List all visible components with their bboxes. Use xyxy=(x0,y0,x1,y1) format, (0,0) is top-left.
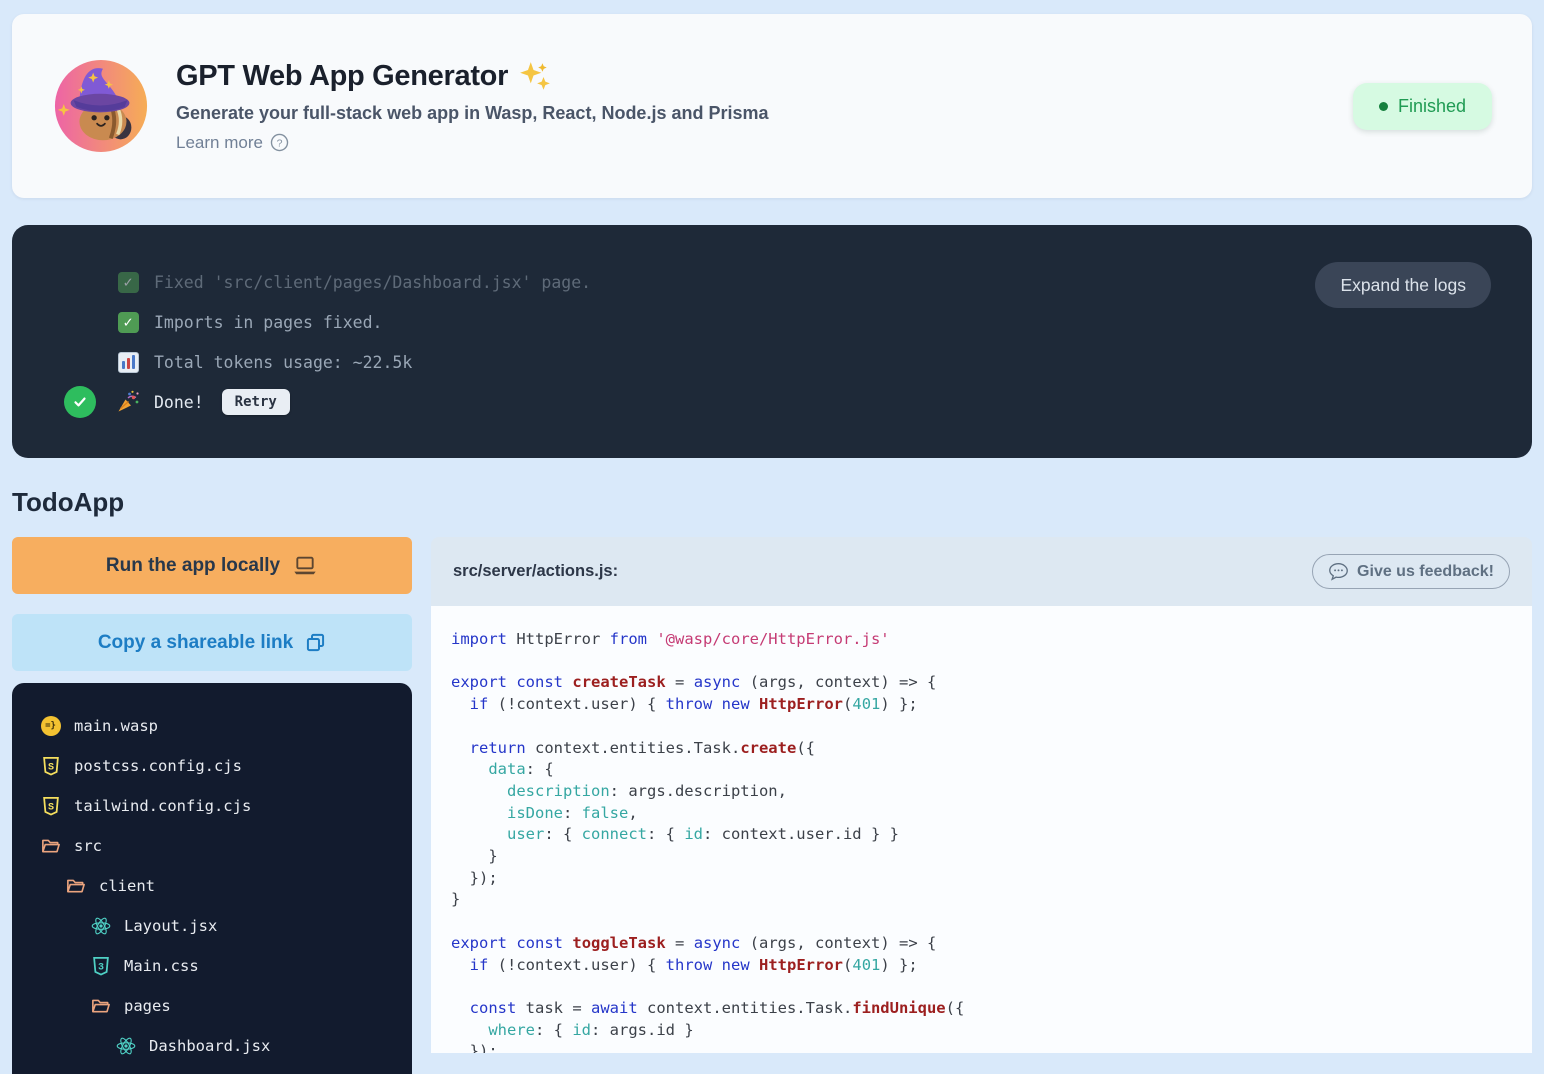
run-app-locally-label: Run the app locally xyxy=(106,555,280,577)
tree-item[interactable]: src xyxy=(40,826,412,866)
tree-item[interactable]: Stailwind.config.cjs xyxy=(40,786,412,826)
learn-more-label: Learn more xyxy=(176,133,263,153)
code-line xyxy=(451,976,1532,998)
code-line: if (!context.user) { throw new HttpError… xyxy=(451,955,1532,977)
tree-item-label: Main.css xyxy=(124,957,199,975)
tree-item[interactable]: Layout.jsx xyxy=(40,906,412,946)
page-title: GPT Web App Generator xyxy=(176,60,508,93)
code-body: import HttpError from '@wasp/core/HttpEr… xyxy=(431,606,1532,1053)
check-emoji: ✓ xyxy=(116,270,140,294)
file-tree-panel: =}main.waspSpostcss.config.cjsStailwind.… xyxy=(12,683,412,1074)
svg-text:3: 3 xyxy=(97,963,103,974)
copy-shareable-link-button[interactable]: Copy a shareable link xyxy=(12,614,412,671)
folder-icon xyxy=(40,836,61,857)
code-panel: src/server/actions.js: Give us feedback!… xyxy=(431,537,1532,1053)
code-header: src/server/actions.js: Give us feedback! xyxy=(431,537,1532,606)
app-name-heading: TodoApp xyxy=(12,487,1532,518)
sparkles-icon xyxy=(518,60,552,94)
code-line: if (!context.user) { throw new HttpError… xyxy=(451,694,1532,716)
speech-bubble-icon xyxy=(1328,562,1349,581)
code-line: const task = await context.entities.Task… xyxy=(451,998,1532,1020)
tree-item[interactable]: pages xyxy=(40,986,412,1026)
tree-item-label: main.wasp xyxy=(74,717,158,735)
svg-text:?: ? xyxy=(277,137,283,149)
tree-item-label: src xyxy=(74,837,102,855)
success-check-circle-icon xyxy=(64,386,96,418)
content-columns: Run the app locally Copy a shareable lin… xyxy=(12,537,1532,1074)
status-badge: Finished xyxy=(1353,83,1492,130)
svg-text:S: S xyxy=(47,763,53,774)
code-line: }); xyxy=(451,868,1532,890)
tree-item-label: Layout.jsx xyxy=(124,917,217,935)
log-text: Imports in pages fixed. xyxy=(154,313,382,332)
status-log-panel: ✓ Fixed 'src/client/pages/Dashboard.jsx' … xyxy=(12,225,1532,458)
folder-icon xyxy=(90,996,111,1017)
tree-item[interactable]: Spostcss.config.cjs xyxy=(40,746,412,786)
status-dot-icon xyxy=(1379,102,1388,111)
party-emoji xyxy=(116,390,140,414)
check-emoji: ✓ xyxy=(116,310,140,334)
retry-button[interactable]: Retry xyxy=(222,389,290,415)
give-feedback-label: Give us feedback! xyxy=(1357,563,1494,581)
log-text: Total tokens usage: ~22.5k xyxy=(154,353,412,372)
tree-item-label: Dashboard.jsx xyxy=(149,1037,270,1055)
tree-item-label: pages xyxy=(124,997,171,1015)
code-line: export const toggleTask = async (args, c… xyxy=(451,933,1532,955)
react-file-icon xyxy=(90,916,111,937)
code-line: return context.entities.Task.create({ xyxy=(451,738,1532,760)
tree-item[interactable]: 3 Main.css xyxy=(40,946,412,986)
code-line xyxy=(451,651,1532,673)
code-line: } xyxy=(451,846,1532,868)
tree-item-label: postcss.config.cjs xyxy=(74,757,242,775)
left-column: Run the app locally Copy a shareable lin… xyxy=(12,537,412,1074)
svg-text:S: S xyxy=(47,803,53,814)
js-file-icon: S xyxy=(40,796,61,817)
laptop-icon xyxy=(292,555,318,577)
copy-icon xyxy=(305,632,326,653)
code-line: isDone: false, xyxy=(451,803,1532,825)
copy-shareable-link-label: Copy a shareable link xyxy=(98,632,293,654)
css-file-icon: 3 xyxy=(90,956,111,977)
tree-item-label: client xyxy=(99,877,155,895)
wasp-file-icon: =} xyxy=(40,716,61,737)
tree-item[interactable]: client xyxy=(40,866,412,906)
run-app-locally-button[interactable]: Run the app locally xyxy=(12,537,412,594)
code-file-path: src/server/actions.js: xyxy=(453,562,618,581)
folder-icon xyxy=(65,876,86,897)
code-line: description: args.description, xyxy=(451,781,1532,803)
log-text: Fixed 'src/client/pages/Dashboard.jsx' p… xyxy=(154,273,591,292)
code-line: } xyxy=(451,889,1532,911)
status-badge-label: Finished xyxy=(1398,96,1466,117)
header-text: GPT Web App Generator Generate your full… xyxy=(176,60,769,153)
log-line: Done! Retry xyxy=(116,382,1532,422)
bar-chart-emoji xyxy=(116,350,140,374)
expand-logs-button[interactable]: Expand the logs xyxy=(1315,262,1491,308)
code-line: where: { id: args.id } xyxy=(451,1020,1532,1042)
header-card: GPT Web App Generator Generate your full… xyxy=(12,14,1532,198)
log-text: Done! xyxy=(154,393,204,412)
learn-more-link[interactable]: Learn more ? xyxy=(176,133,289,153)
tree-item-label: tailwind.config.cjs xyxy=(74,797,251,815)
question-circle-icon: ? xyxy=(270,133,289,152)
code-line: data: { xyxy=(451,759,1532,781)
code-line xyxy=(451,716,1532,738)
wasp-mage-wizard-logo xyxy=(52,57,150,155)
code-line: }); xyxy=(451,1041,1532,1053)
page-subtitle: Generate your full-stack web app in Wasp… xyxy=(176,103,769,124)
code-line xyxy=(451,911,1532,933)
code-line: import HttpError from '@wasp/core/HttpEr… xyxy=(451,629,1532,651)
tree-item[interactable]: Dashboard.jsx xyxy=(40,1026,412,1066)
log-line: ✓ Imports in pages fixed. xyxy=(116,302,1532,342)
page: GPT Web App Generator Generate your full… xyxy=(0,0,1544,1074)
log-line: Total tokens usage: ~22.5k xyxy=(116,342,1532,382)
react-file-icon xyxy=(115,1036,136,1057)
code-line: user: { connect: { id: context.user.id }… xyxy=(451,824,1532,846)
js-file-icon: S xyxy=(40,756,61,777)
code-line: export const createTask = async (args, c… xyxy=(451,672,1532,694)
give-feedback-button[interactable]: Give us feedback! xyxy=(1312,554,1510,589)
tree-item[interactable]: =} main.wasp xyxy=(40,706,412,746)
